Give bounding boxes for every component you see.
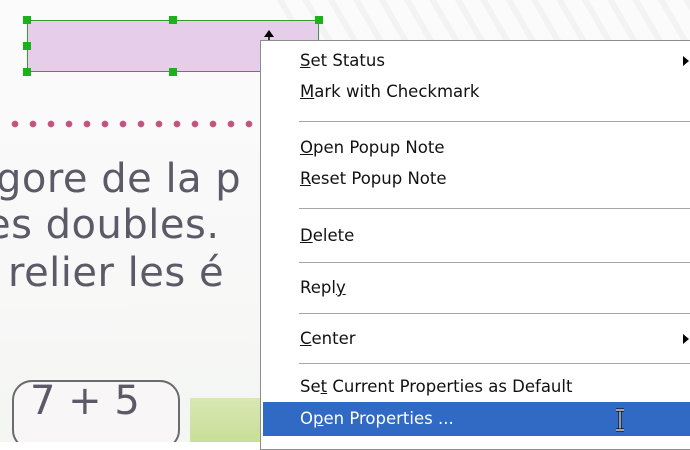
menu-separator	[299, 313, 690, 314]
submenu-arrow-icon	[683, 334, 689, 344]
resize-handle-bottom-middle[interactable]	[169, 68, 177, 76]
resize-handle-top-right[interactable]	[315, 16, 323, 24]
document-text-line-3: relier les é	[8, 250, 225, 296]
document-text-line-1: gore de la p	[0, 156, 242, 202]
resize-handle-top-middle[interactable]	[169, 16, 177, 24]
document-text-line-2: es doubles.	[0, 202, 220, 248]
menu-item-mark-with-checkmark[interactable]: Mark with Checkmark	[261, 77, 690, 107]
menu-item-reset-popup-note[interactable]: Reset Popup Note	[261, 164, 690, 194]
resize-handle-top-left[interactable]	[23, 16, 31, 24]
green-decoration	[190, 398, 270, 442]
menu-item-center[interactable]: Center	[261, 324, 690, 354]
menu-item-delete[interactable]: Delete	[261, 221, 690, 251]
menu-separator	[299, 121, 690, 122]
menu-separator	[299, 208, 690, 209]
menu-separator	[299, 363, 690, 364]
resize-handle-middle-left[interactable]	[23, 42, 31, 50]
menu-item-open-popup-note[interactable]: Open Popup Note	[261, 133, 690, 163]
context-menu: Set Status Mark with Checkmark Open Popu…	[260, 40, 690, 450]
dotted-divider	[6, 120, 266, 128]
resize-handle-bottom-left[interactable]	[23, 68, 31, 76]
menu-item-open-properties[interactable]: Open Properties ...	[263, 402, 690, 436]
equation-text: 7 + 5	[30, 378, 140, 424]
text-cursor-icon	[616, 408, 624, 432]
menu-item-reply[interactable]: Reply	[261, 273, 690, 303]
menu-item-set-current-properties-as-default[interactable]: Set Current Properties as Default	[261, 372, 690, 402]
submenu-arrow-icon	[683, 56, 689, 66]
menu-separator	[299, 262, 690, 263]
menu-item-set-status[interactable]: Set Status	[261, 46, 690, 76]
